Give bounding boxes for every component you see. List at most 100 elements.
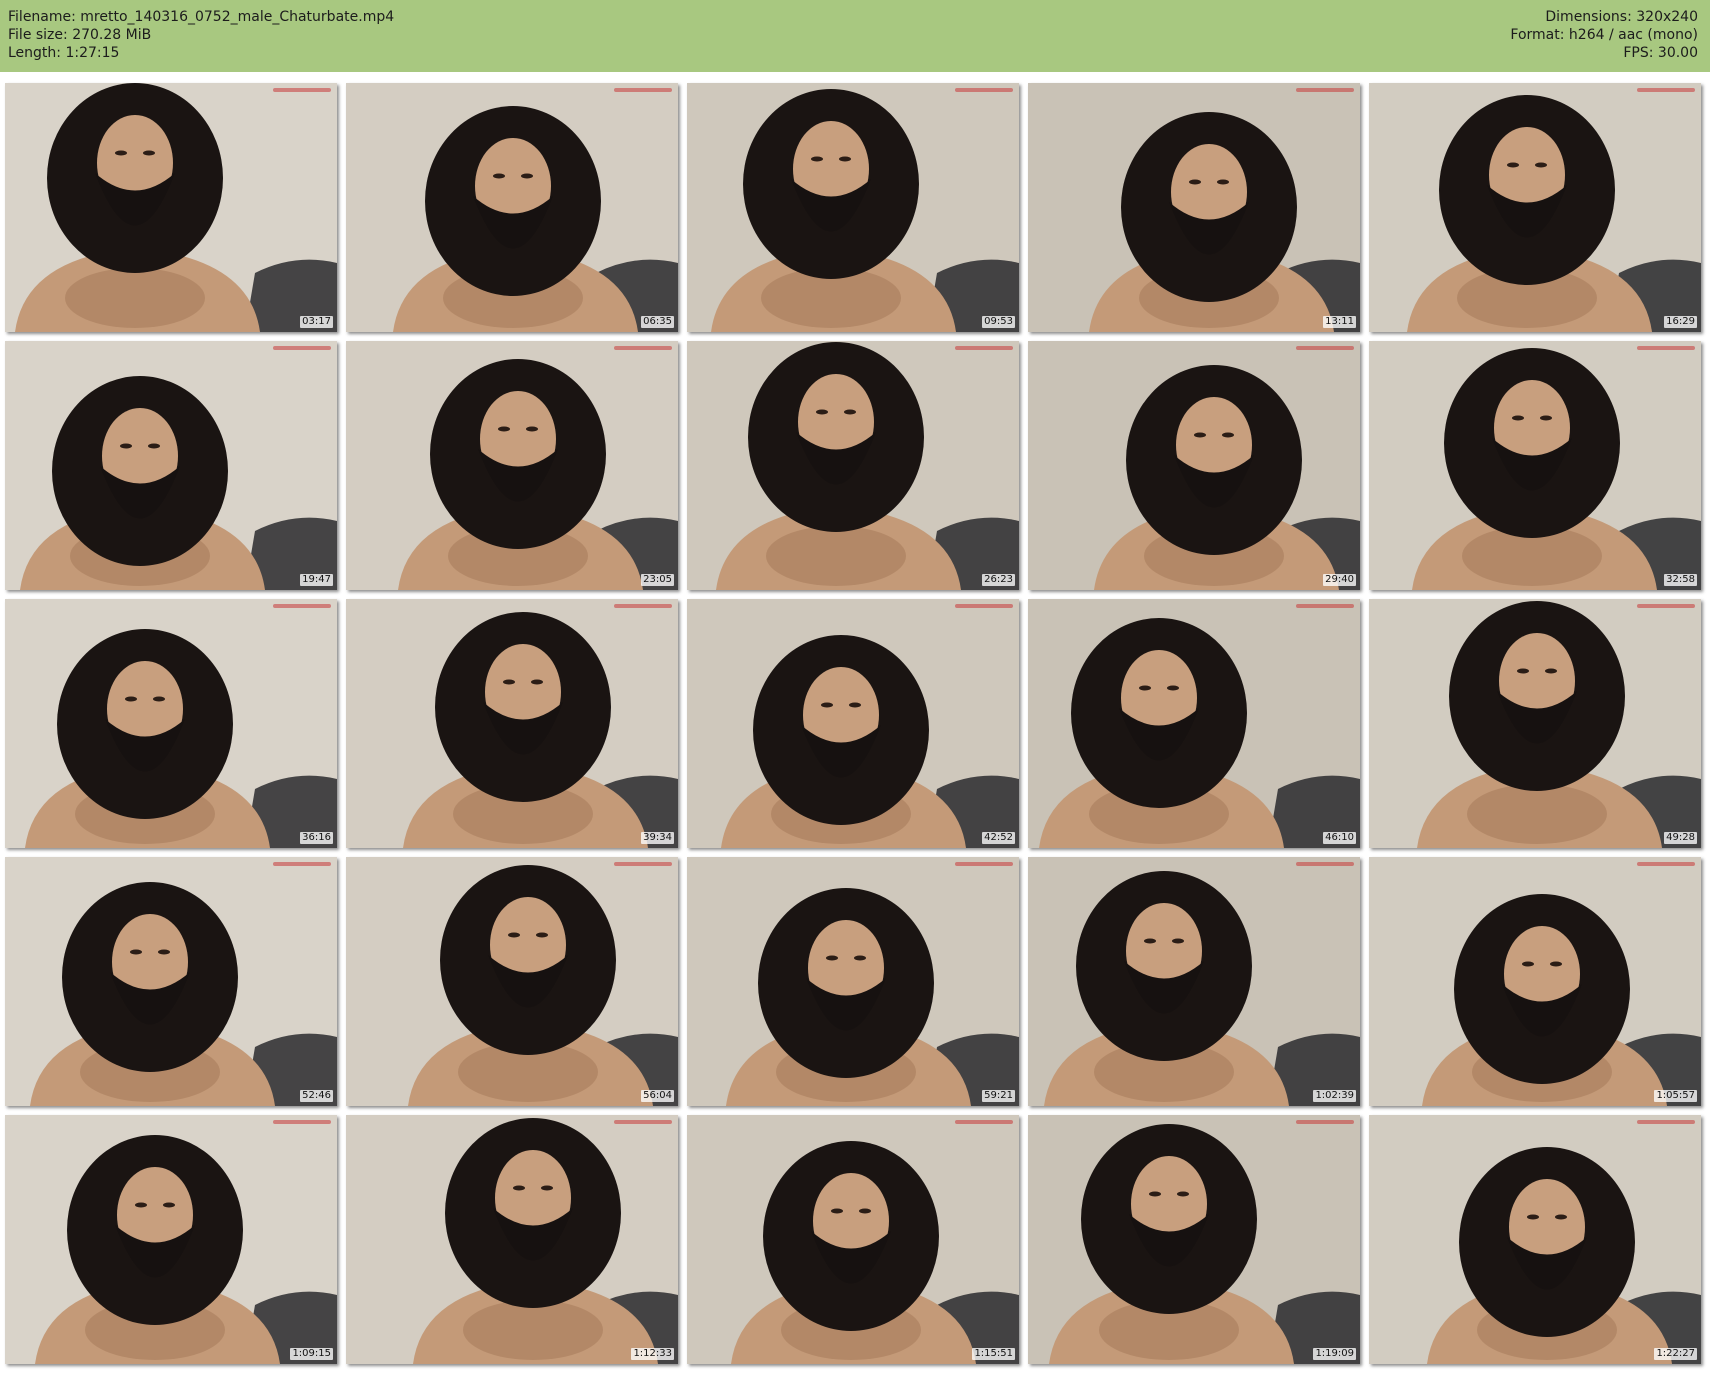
filename-text: Filename: mretto_140316_0752_male_Chatur… — [8, 9, 395, 25]
timestamp-label: 16:29 — [1664, 316, 1697, 328]
info-header: Filename: mretto_140316_0752_male_Chatur… — [0, 0, 1710, 72]
video-thumbnail: 32:58 — [1369, 341, 1701, 590]
watermark-logo — [273, 860, 331, 868]
timestamp-label: 1:19:09 — [1313, 1348, 1356, 1360]
timestamp-label: 19:47 — [300, 574, 333, 586]
timestamp-label: 46:10 — [1323, 832, 1356, 844]
fps-text: FPS: 30.00 — [1623, 45, 1698, 61]
video-thumbnail: 1:05:57 — [1369, 857, 1701, 1106]
frame-image — [687, 83, 1019, 332]
timestamp-label: 42:52 — [982, 832, 1015, 844]
timestamp-label: 1:12:33 — [631, 1348, 674, 1360]
watermark-logo — [1296, 1118, 1354, 1126]
thumbnail-grid: 03:17 06:35 09:53 13:11 16:29 19:47 23:05 26:23… — [5, 83, 1705, 1364]
video-thumbnail: 42:52 — [687, 599, 1019, 848]
video-thumbnail: 03:17 — [5, 83, 337, 332]
watermark-logo — [1637, 86, 1695, 94]
frame-image — [1369, 599, 1701, 848]
watermark-logo — [955, 344, 1013, 352]
timestamp-label: 03:17 — [300, 316, 333, 328]
frame-image — [687, 341, 1019, 590]
frame-image — [5, 599, 337, 848]
timestamp-label: 13:11 — [1323, 316, 1356, 328]
timestamp-label: 23:05 — [641, 574, 674, 586]
watermark-logo — [273, 602, 331, 610]
frame-image — [687, 599, 1019, 848]
watermark-logo — [955, 602, 1013, 610]
frame-image — [5, 83, 337, 332]
frame-image — [1028, 1115, 1360, 1364]
timestamp-label: 56:04 — [641, 1090, 674, 1102]
video-thumbnail: 1:19:09 — [1028, 1115, 1360, 1364]
video-thumbnail: 39:34 — [346, 599, 678, 848]
video-thumbnail: 1:15:51 — [687, 1115, 1019, 1364]
frame-image — [5, 1115, 337, 1364]
timestamp-label: 49:28 — [1664, 832, 1697, 844]
timestamp-label: 36:16 — [300, 832, 333, 844]
watermark-logo — [1296, 344, 1354, 352]
frame-image — [1028, 83, 1360, 332]
watermark-logo — [273, 344, 331, 352]
video-thumbnail: 59:21 — [687, 857, 1019, 1106]
timestamp-label: 59:21 — [982, 1090, 1015, 1102]
video-thumbnail: 13:11 — [1028, 83, 1360, 332]
watermark-logo — [955, 860, 1013, 868]
watermark-logo — [614, 344, 672, 352]
video-thumbnail: 16:29 — [1369, 83, 1701, 332]
frame-image — [346, 599, 678, 848]
watermark-logo — [1637, 860, 1695, 868]
timestamp-label: 1:22:27 — [1654, 1348, 1697, 1360]
frame-image — [5, 341, 337, 590]
video-thumbnail: 1:12:33 — [346, 1115, 678, 1364]
frame-image — [346, 857, 678, 1106]
timestamp-label: 1:09:15 — [290, 1348, 333, 1360]
watermark-logo — [1296, 602, 1354, 610]
watermark-logo — [1296, 86, 1354, 94]
frame-image — [687, 1115, 1019, 1364]
watermark-logo — [273, 1118, 331, 1126]
video-thumbnail: 1:02:39 — [1028, 857, 1360, 1106]
video-thumbnail: 52:46 — [5, 857, 337, 1106]
frame-image — [687, 857, 1019, 1106]
video-thumbnail: 1:22:27 — [1369, 1115, 1701, 1364]
video-thumbnail: 19:47 — [5, 341, 337, 590]
frame-image — [1369, 857, 1701, 1106]
timestamp-label: 1:05:57 — [1654, 1090, 1697, 1102]
file-info: Filename: mretto_140316_0752_male_Chatur… — [8, 8, 394, 62]
video-thumbnail: 46:10 — [1028, 599, 1360, 848]
timestamp-label: 52:46 — [300, 1090, 333, 1102]
watermark-logo — [614, 1118, 672, 1126]
timestamp-label: 39:34 — [641, 832, 674, 844]
video-thumbnail: 29:40 — [1028, 341, 1360, 590]
watermark-logo — [955, 86, 1013, 94]
watermark-logo — [955, 1118, 1013, 1126]
timestamp-label: 1:02:39 — [1313, 1090, 1356, 1102]
timestamp-label: 32:58 — [1664, 574, 1697, 586]
frame-image — [1028, 341, 1360, 590]
timestamp-label: 09:53 — [982, 316, 1015, 328]
video-thumbnail: 56:04 — [346, 857, 678, 1106]
watermark-logo — [614, 86, 672, 94]
video-thumbnail: 23:05 — [346, 341, 678, 590]
video-thumbnail: 1:09:15 — [5, 1115, 337, 1364]
filesize-text: File size: 270.28 MiB — [8, 27, 152, 43]
timestamp-label: 1:15:51 — [972, 1348, 1015, 1360]
length-text: Length: 1:27:15 — [8, 45, 120, 61]
watermark-logo — [614, 602, 672, 610]
watermark-logo — [614, 860, 672, 868]
video-thumbnail: 49:28 — [1369, 599, 1701, 848]
video-thumbnail: 26:23 — [687, 341, 1019, 590]
watermark-logo — [273, 86, 331, 94]
watermark-logo — [1637, 344, 1695, 352]
timestamp-label: 29:40 — [1323, 574, 1356, 586]
frame-image — [346, 1115, 678, 1364]
frame-image — [1369, 83, 1701, 332]
frame-image — [1028, 599, 1360, 848]
frame-image — [1369, 1115, 1701, 1364]
watermark-logo — [1637, 1118, 1695, 1126]
format-text: Format: h264 / aac (mono) — [1510, 27, 1698, 43]
video-thumbnail: 36:16 — [5, 599, 337, 848]
timestamp-label: 26:23 — [982, 574, 1015, 586]
frame-image — [1369, 341, 1701, 590]
dimensions-text: Dimensions: 320x240 — [1545, 9, 1698, 25]
